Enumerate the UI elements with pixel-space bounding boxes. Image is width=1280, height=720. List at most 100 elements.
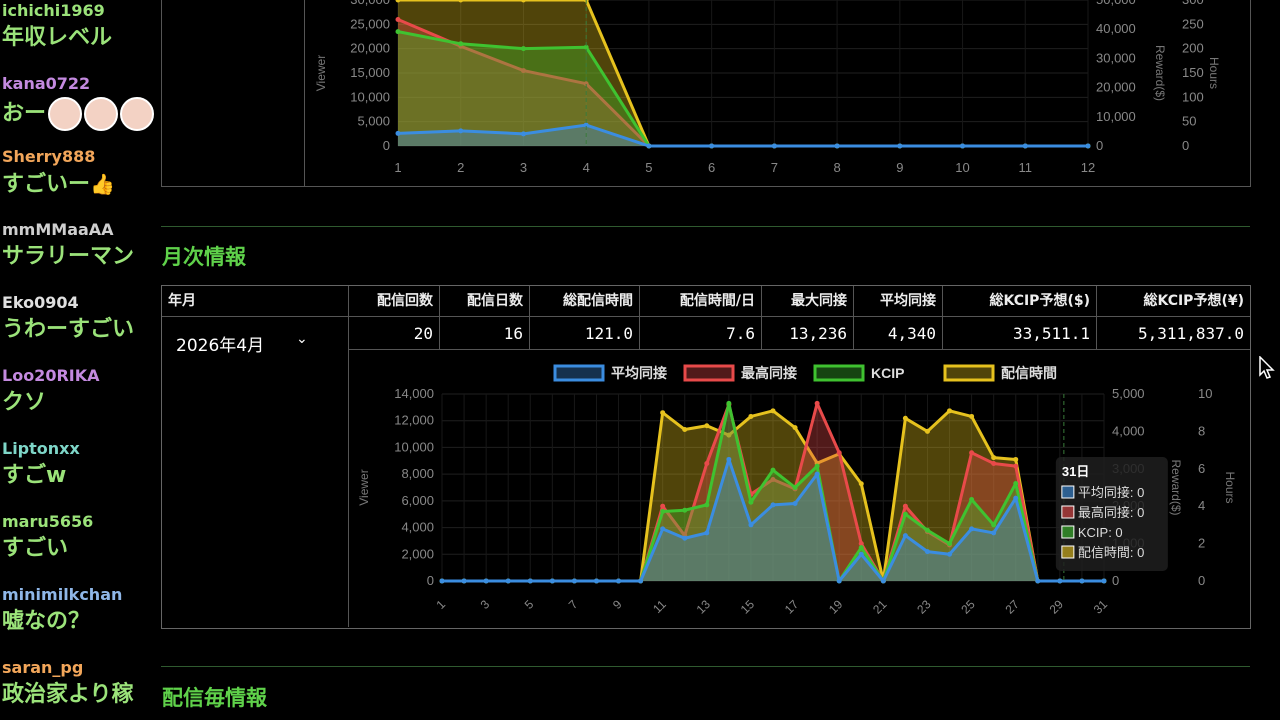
y-tick-label: 4,000	[401, 520, 434, 535]
data-point	[638, 578, 644, 584]
tooltip-swatch	[1061, 545, 1075, 559]
legend-label: 最高同接	[741, 365, 797, 381]
data-point	[458, 128, 464, 134]
x-tick-label: 3	[520, 160, 527, 175]
chat-text-content: サラリーマン	[2, 244, 135, 269]
monthly-section-title: 月次情報	[162, 245, 246, 269]
data-point	[924, 527, 930, 533]
chat-username: Eko0904	[2, 293, 79, 312]
y2-tick-label: 5,000	[1112, 386, 1145, 401]
data-point	[527, 578, 533, 584]
chat-text: すごw	[2, 462, 160, 490]
x-tick-label: 11	[650, 597, 669, 616]
cell-max-viewers: 13,236	[762, 317, 854, 350]
chat-username: maru5656	[2, 512, 94, 531]
chat-username: kana0722	[2, 74, 91, 93]
legend-label: 配信時間	[1001, 365, 1057, 381]
data-point	[880, 578, 886, 584]
chat-message: Eko0904 うわーすごい	[2, 294, 160, 344]
thumbs-up-icon: 👍	[90, 172, 115, 196]
chat-text: うわーすごい	[2, 316, 160, 344]
month-select[interactable]: 2026年4月 ⌄	[162, 317, 349, 627]
y2-tick-label: 4,000	[1112, 423, 1145, 438]
y3-tick-label: 4	[1198, 498, 1205, 513]
data-point	[660, 526, 666, 532]
y-tick-label: 5,000	[357, 114, 390, 129]
y2-axis-label: Reward($)	[1153, 45, 1167, 101]
x-tick-label: 17	[782, 597, 802, 617]
emote-icon	[120, 97, 155, 131]
data-point	[969, 413, 975, 419]
y2-tick-label: 40,000	[1096, 21, 1136, 36]
chat-username: ichichi1969	[2, 1, 105, 20]
month-select-value: 2026年4月	[176, 336, 265, 356]
chat-text-content: 政治家より稼	[2, 682, 134, 707]
header-avg-viewers: 平均同接	[854, 286, 943, 317]
y3-tick-label: 6	[1198, 461, 1205, 476]
legend-swatch	[553, 364, 605, 382]
data-point	[814, 463, 820, 469]
y-tick-label: 30,000	[350, 0, 390, 7]
tooltip-line: 平均同接: 0	[1078, 485, 1144, 500]
data-point	[748, 522, 754, 528]
data-point	[858, 551, 864, 557]
y3-tick-label: 2	[1198, 536, 1205, 551]
data-point	[902, 415, 908, 421]
x-tick-label: 8	[833, 160, 840, 175]
chat-username: mmMMaaAA	[2, 220, 114, 239]
tooltip-swatch	[1061, 505, 1075, 519]
legend-label: 平均同接	[611, 365, 667, 381]
data-point	[902, 503, 908, 509]
data-point	[748, 499, 754, 505]
chat-username: Sherry888	[2, 147, 96, 166]
data-point	[1057, 578, 1063, 584]
chat-text: クソ	[2, 389, 160, 417]
header-hours-per-day: 配信時間/日	[640, 286, 762, 317]
chat-text: サラリーマン	[2, 243, 160, 271]
data-point	[924, 428, 930, 434]
legend-label: KCIP	[871, 365, 904, 381]
chat-text-content: すごい	[2, 536, 69, 561]
mouse-cursor-icon	[1259, 356, 1275, 379]
cell-avg-viewers: 4,340	[854, 317, 943, 350]
y3-tick-label: 250	[1182, 16, 1204, 31]
monthly-chart: 02,0004,0006,0008,00010,00012,00014,0000…	[357, 364, 1237, 617]
data-point	[969, 526, 975, 532]
x-tick-label: 4	[583, 160, 590, 175]
data-point	[924, 549, 930, 555]
data-point	[792, 501, 798, 507]
y3-tick-label: 0	[1182, 138, 1189, 153]
legend-swatch	[943, 364, 995, 382]
data-point	[1035, 578, 1041, 584]
data-point	[969, 450, 975, 456]
cell-kcip-jpy: 5,311,837.0	[1097, 317, 1250, 350]
cell-stream-days: 16	[440, 317, 530, 350]
cell-kcip-usd: 33,511.1	[943, 317, 1097, 350]
y3-tick-label: 8	[1198, 423, 1205, 438]
data-point	[1013, 495, 1019, 501]
y-tick-label: 15,000	[350, 65, 390, 80]
data-point	[770, 467, 776, 473]
y3-tick-label: 50	[1182, 114, 1196, 129]
data-point	[771, 143, 777, 149]
cell-hours-per-day: 7.6	[640, 317, 762, 350]
x-tick-label: 23	[914, 597, 934, 617]
data-point	[1013, 456, 1019, 462]
chat-text-content: すごいー	[2, 172, 91, 197]
chat-text-content: クソ	[2, 390, 47, 415]
y-tick-label: 0	[383, 138, 390, 153]
x-tick-label: 9	[610, 597, 625, 612]
y3-tick-label: 200	[1182, 41, 1204, 56]
data-point	[520, 131, 526, 137]
chat-text: すごい	[2, 535, 160, 563]
x-tick-label: 7	[771, 160, 778, 175]
x-tick-label: 7	[566, 597, 581, 612]
chat-message: saran_pg 政治家より稼	[2, 659, 160, 709]
y-tick-label: 14,000	[394, 386, 434, 401]
data-point	[483, 578, 489, 584]
x-tick-label: 25	[958, 597, 978, 617]
header-stream-days: 配信日数	[440, 286, 530, 317]
data-point	[704, 502, 710, 508]
header-max-viewers: 最大同接	[762, 286, 854, 317]
data-point	[858, 481, 864, 487]
